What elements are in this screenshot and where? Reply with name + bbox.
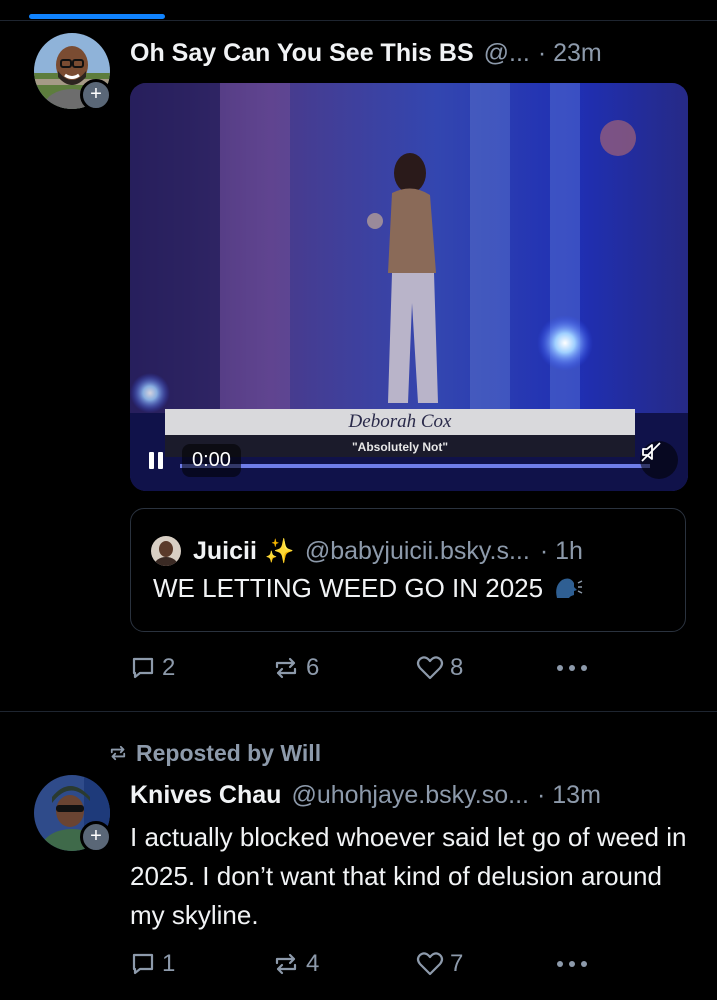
post-time[interactable]: · 13m [537, 781, 601, 810]
like-button[interactable]: 8 [416, 654, 463, 682]
reposted-by-label: Reposted by Will [136, 739, 322, 766]
repost-count: 4 [306, 950, 320, 977]
post2-header: Knives Chau @uhohjaye.bsky.so... · 13m [130, 775, 601, 815]
feed: + Oh Say Can You See This BS @... · 23m [0, 0, 717, 1000]
post-divider [0, 711, 717, 712]
quote-text-row: WE LETTING WEED GO IN 2025 [153, 573, 583, 604]
more-options-icon[interactable] [556, 960, 590, 968]
repost-button[interactable]: 6 [272, 654, 319, 682]
author-name[interactable]: Oh Say Can You See This BS [130, 39, 474, 68]
author-handle[interactable]: @uhohjaye.bsky.so... [291, 781, 529, 810]
more-options-icon[interactable] [556, 664, 590, 672]
video-player[interactable]: Deborah Cox "Absolutely Not" 0:00 [130, 83, 688, 491]
follow-plus-icon[interactable]: + [80, 79, 112, 111]
mute-icon[interactable] [640, 441, 678, 479]
like-count: 8 [450, 654, 464, 681]
sparkle-emoji: ✨ [264, 537, 295, 565]
quote-text: WE LETTING WEED GO IN 2025 [153, 573, 544, 603]
reposted-by-line[interactable]: Reposted by Will [108, 738, 321, 768]
quoted-post[interactable]: Juicii ✨ @babyjuicii.bsky.s... · 1h WE L… [130, 508, 686, 632]
reply-count: 2 [162, 654, 176, 681]
quote-author-handle[interactable]: @babyjuicii.bsky.s... [305, 537, 530, 566]
repost-button[interactable]: 4 [272, 950, 319, 978]
like-button[interactable]: 7 [416, 950, 463, 978]
post1-actions: 2 6 8 [130, 650, 690, 686]
author-handle[interactable]: @... [484, 39, 530, 68]
video-controls: 0:00 [138, 443, 241, 477]
repost-icon [275, 657, 297, 679]
reply-count: 1 [162, 950, 176, 977]
follow-plus-icon[interactable]: + [80, 821, 112, 853]
post-time[interactable]: · 23m [538, 39, 602, 68]
post2-avatar-wrap[interactable]: + [34, 775, 112, 853]
post-text: I actually blocked whoever said let go o… [130, 822, 687, 930]
post1-avatar-wrap[interactable]: + [34, 33, 112, 111]
pause-icon[interactable] [138, 443, 174, 477]
quote-author-name[interactable]: Juicii [193, 537, 257, 566]
video-caption-name: Deborah Cox [348, 411, 452, 432]
repost-small-icon [110, 745, 126, 761]
reply-icon [132, 657, 154, 679]
speaking-head-icon [553, 576, 583, 602]
video-frame: Deborah Cox "Absolutely Not" [130, 83, 688, 491]
header-divider [0, 20, 717, 21]
reply-button[interactable]: 1 [130, 950, 175, 978]
quote-time: · 1h [539, 536, 583, 565]
post2-actions: 1 4 7 [130, 946, 690, 982]
repost-icon [275, 953, 297, 975]
quote-avatar[interactable] [151, 536, 181, 566]
like-count: 7 [450, 950, 464, 977]
author-name[interactable]: Knives Chau [130, 781, 281, 810]
quote-header: Juicii ✨ @babyjuicii.bsky.s... · 1h [151, 531, 583, 571]
video-caption-subtitle: "Absolutely Not" [352, 440, 448, 454]
heart-icon [416, 952, 444, 976]
repost-count: 6 [306, 654, 320, 681]
active-tab-indicator [29, 14, 165, 19]
heart-icon [416, 656, 444, 680]
reply-icon [132, 953, 154, 975]
post1-header: Oh Say Can You See This BS @... · 23m [130, 33, 602, 73]
video-time: 0:00 [182, 443, 241, 477]
reply-button[interactable]: 2 [130, 654, 175, 682]
